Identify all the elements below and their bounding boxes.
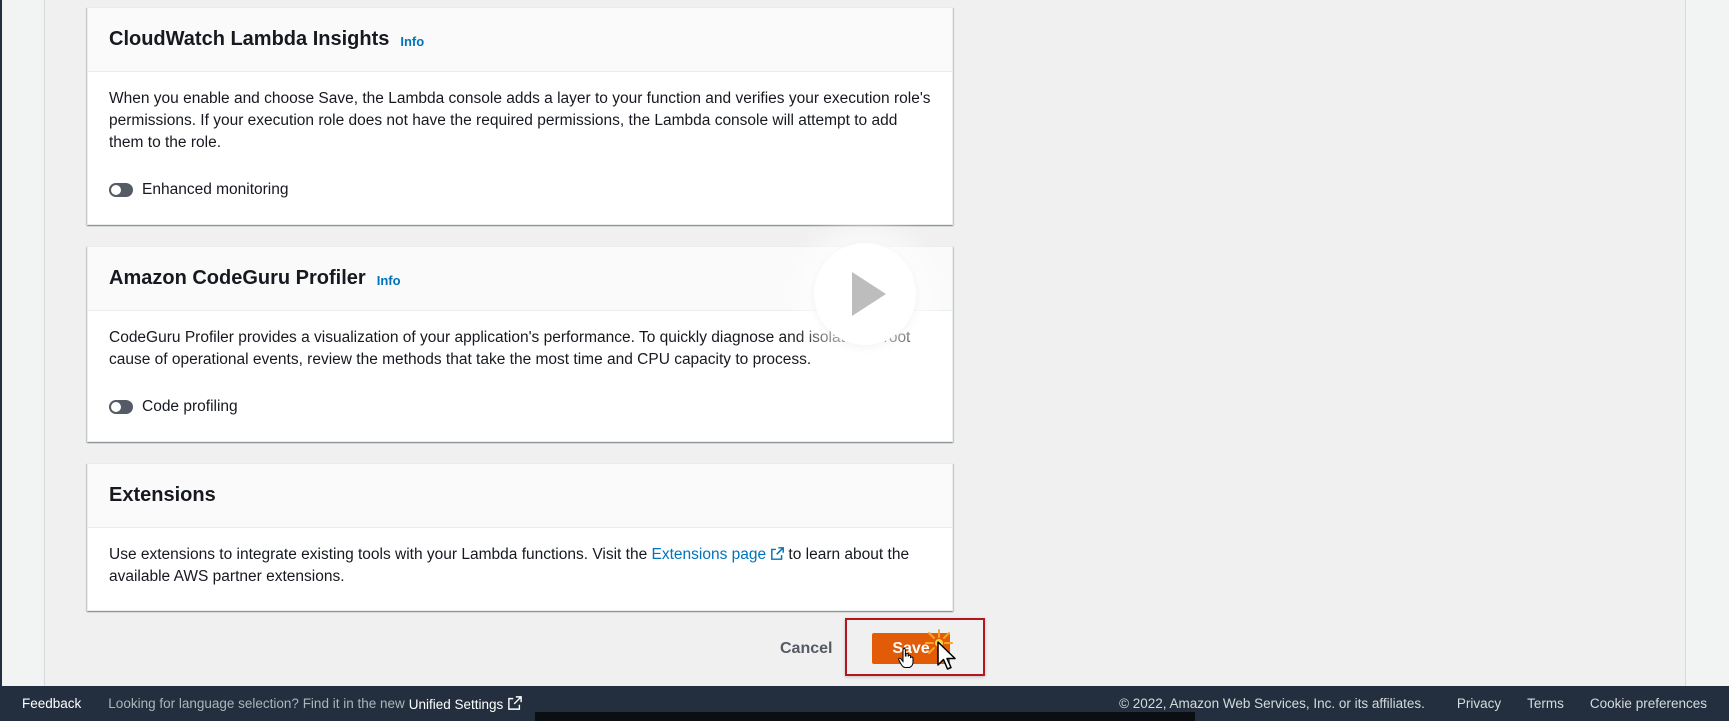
panel-body: CodeGuru Profiler provides a visualizati… — [88, 311, 952, 418]
footer-overlay-bar — [535, 712, 1195, 721]
panel-description: When you enable and choose Save, the Lam… — [109, 90, 931, 151]
external-link-icon — [771, 547, 785, 560]
panel-title: Extensions — [109, 484, 216, 506]
page: CloudWatch Lambda Insights Info When you… — [0, 0, 1729, 721]
external-link-icon — [508, 695, 523, 710]
panel-header: CloudWatch Lambda Insights Info — [88, 8, 952, 72]
panel-description: CodeGuru Profiler provides a visualizati… — [109, 329, 911, 368]
toggle-label: Code profiling — [142, 398, 238, 415]
description-text: Use extensions to integrate existing too… — [109, 546, 652, 563]
privacy-link[interactable]: Privacy — [1457, 696, 1501, 711]
lambda-insights-panel: CloudWatch Lambda Insights Info When you… — [87, 7, 953, 225]
panel-title: Amazon CodeGuru Profiler — [109, 267, 366, 289]
left-edge — [0, 0, 2, 686]
unified-settings-label: Unified Settings — [408, 696, 504, 712]
code-profiling-toggle[interactable] — [109, 400, 133, 414]
cursor-arrow-icon — [937, 641, 956, 670]
toggle-label: Enhanced monitoring — [142, 181, 289, 198]
panel-header: Extensions — [88, 464, 952, 528]
cursor-hand-icon — [898, 648, 914, 668]
panel-body: Use extensions to integrate existing too… — [88, 528, 952, 588]
video-play-button[interactable] — [814, 243, 916, 345]
info-link[interactable]: Info — [400, 34, 424, 49]
footer-right: © 2022, Amazon Web Services, Inc. or its… — [1119, 696, 1707, 711]
play-icon — [852, 272, 886, 316]
feedback-link[interactable]: Feedback — [22, 696, 81, 711]
unified-settings-link[interactable]: Unified Settings — [408, 695, 523, 712]
extensions-panel: Extensions Use extensions to integrate e… — [87, 463, 953, 611]
extensions-page-link[interactable]: Extensions page — [652, 546, 785, 563]
copyright-text: © 2022, Amazon Web Services, Inc. or its… — [1119, 696, 1425, 711]
cancel-button[interactable]: Cancel — [780, 640, 832, 658]
info-link[interactable]: Info — [377, 273, 401, 288]
cookie-preferences-link[interactable]: Cookie preferences — [1590, 696, 1707, 711]
toggle-row: Enhanced monitoring — [109, 179, 931, 201]
terms-link[interactable]: Terms — [1527, 696, 1564, 711]
enhanced-monitoring-toggle[interactable] — [109, 183, 133, 197]
panel-title: CloudWatch Lambda Insights — [109, 28, 390, 50]
link-label: Extensions page — [651, 546, 767, 563]
language-note: Looking for language selection? Find it … — [108, 696, 405, 711]
toggle-row: Code profiling — [109, 396, 931, 418]
panel-body: When you enable and choose Save, the Lam… — [88, 72, 952, 201]
panel-description: Use extensions to integrate existing too… — [109, 544, 931, 588]
